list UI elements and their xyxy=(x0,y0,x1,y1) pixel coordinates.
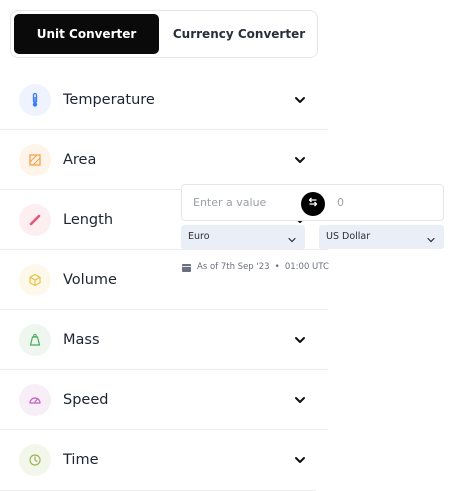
amount-input[interactable]: Enter a value xyxy=(193,196,266,209)
category-label: Volume xyxy=(63,271,117,288)
category-label: Mass xyxy=(63,331,100,348)
category-label: Time xyxy=(63,452,99,468)
clock-icon xyxy=(19,444,51,476)
category-label: Temperature xyxy=(63,91,155,108)
category-label: Speed xyxy=(63,391,109,408)
chevron-down-icon xyxy=(293,453,307,467)
category-volume[interactable]: Volume xyxy=(0,250,328,310)
swap-button[interactable] xyxy=(301,192,325,216)
speedometer-icon xyxy=(19,384,51,416)
category-mass[interactable]: Mass xyxy=(0,310,328,370)
calendar-icon xyxy=(181,262,192,273)
weight-icon xyxy=(19,324,51,356)
as-of-time: 01:00 UTC xyxy=(284,262,329,272)
rate-timestamp: As of 7th Sep '23 • 01:00 UTC xyxy=(181,261,329,273)
to-currency-label: US Dollar xyxy=(326,231,371,242)
currency-amount-field: Enter a value 0 xyxy=(181,184,444,221)
as-of-date: As of 7th Sep '23 xyxy=(197,262,270,272)
chevron-down-icon xyxy=(293,333,307,347)
category-temperature[interactable]: Temperature xyxy=(0,70,328,130)
converted-value: 0 xyxy=(337,196,344,209)
chevron-down-icon xyxy=(293,153,307,167)
separator-dot: • xyxy=(274,262,280,272)
tab-currency-converter[interactable]: Currency Converter xyxy=(162,14,316,54)
swap-icon xyxy=(307,195,319,213)
category-speed[interactable]: Speed xyxy=(0,370,328,430)
from-currency-select[interactable]: Euro xyxy=(181,225,305,249)
chevron-down-icon xyxy=(287,232,297,243)
to-currency-select[interactable]: US Dollar xyxy=(319,225,444,249)
area-icon xyxy=(19,144,51,176)
chevron-down-icon xyxy=(293,393,307,407)
tab-unit-converter[interactable]: Unit Converter xyxy=(14,14,159,54)
category-label: Length xyxy=(63,211,114,228)
from-currency-label: Euro xyxy=(188,231,210,242)
converter-tabs: Unit Converter Currency Converter xyxy=(10,10,318,58)
ruler-icon xyxy=(19,204,51,236)
category-time[interactable]: Time xyxy=(0,430,328,490)
chevron-down-icon xyxy=(426,232,436,243)
cube-icon xyxy=(19,264,51,296)
chevron-down-icon xyxy=(293,93,307,107)
category-label: Area xyxy=(63,151,97,168)
thermometer-icon xyxy=(19,84,51,116)
category-area[interactable]: Area xyxy=(0,130,328,190)
